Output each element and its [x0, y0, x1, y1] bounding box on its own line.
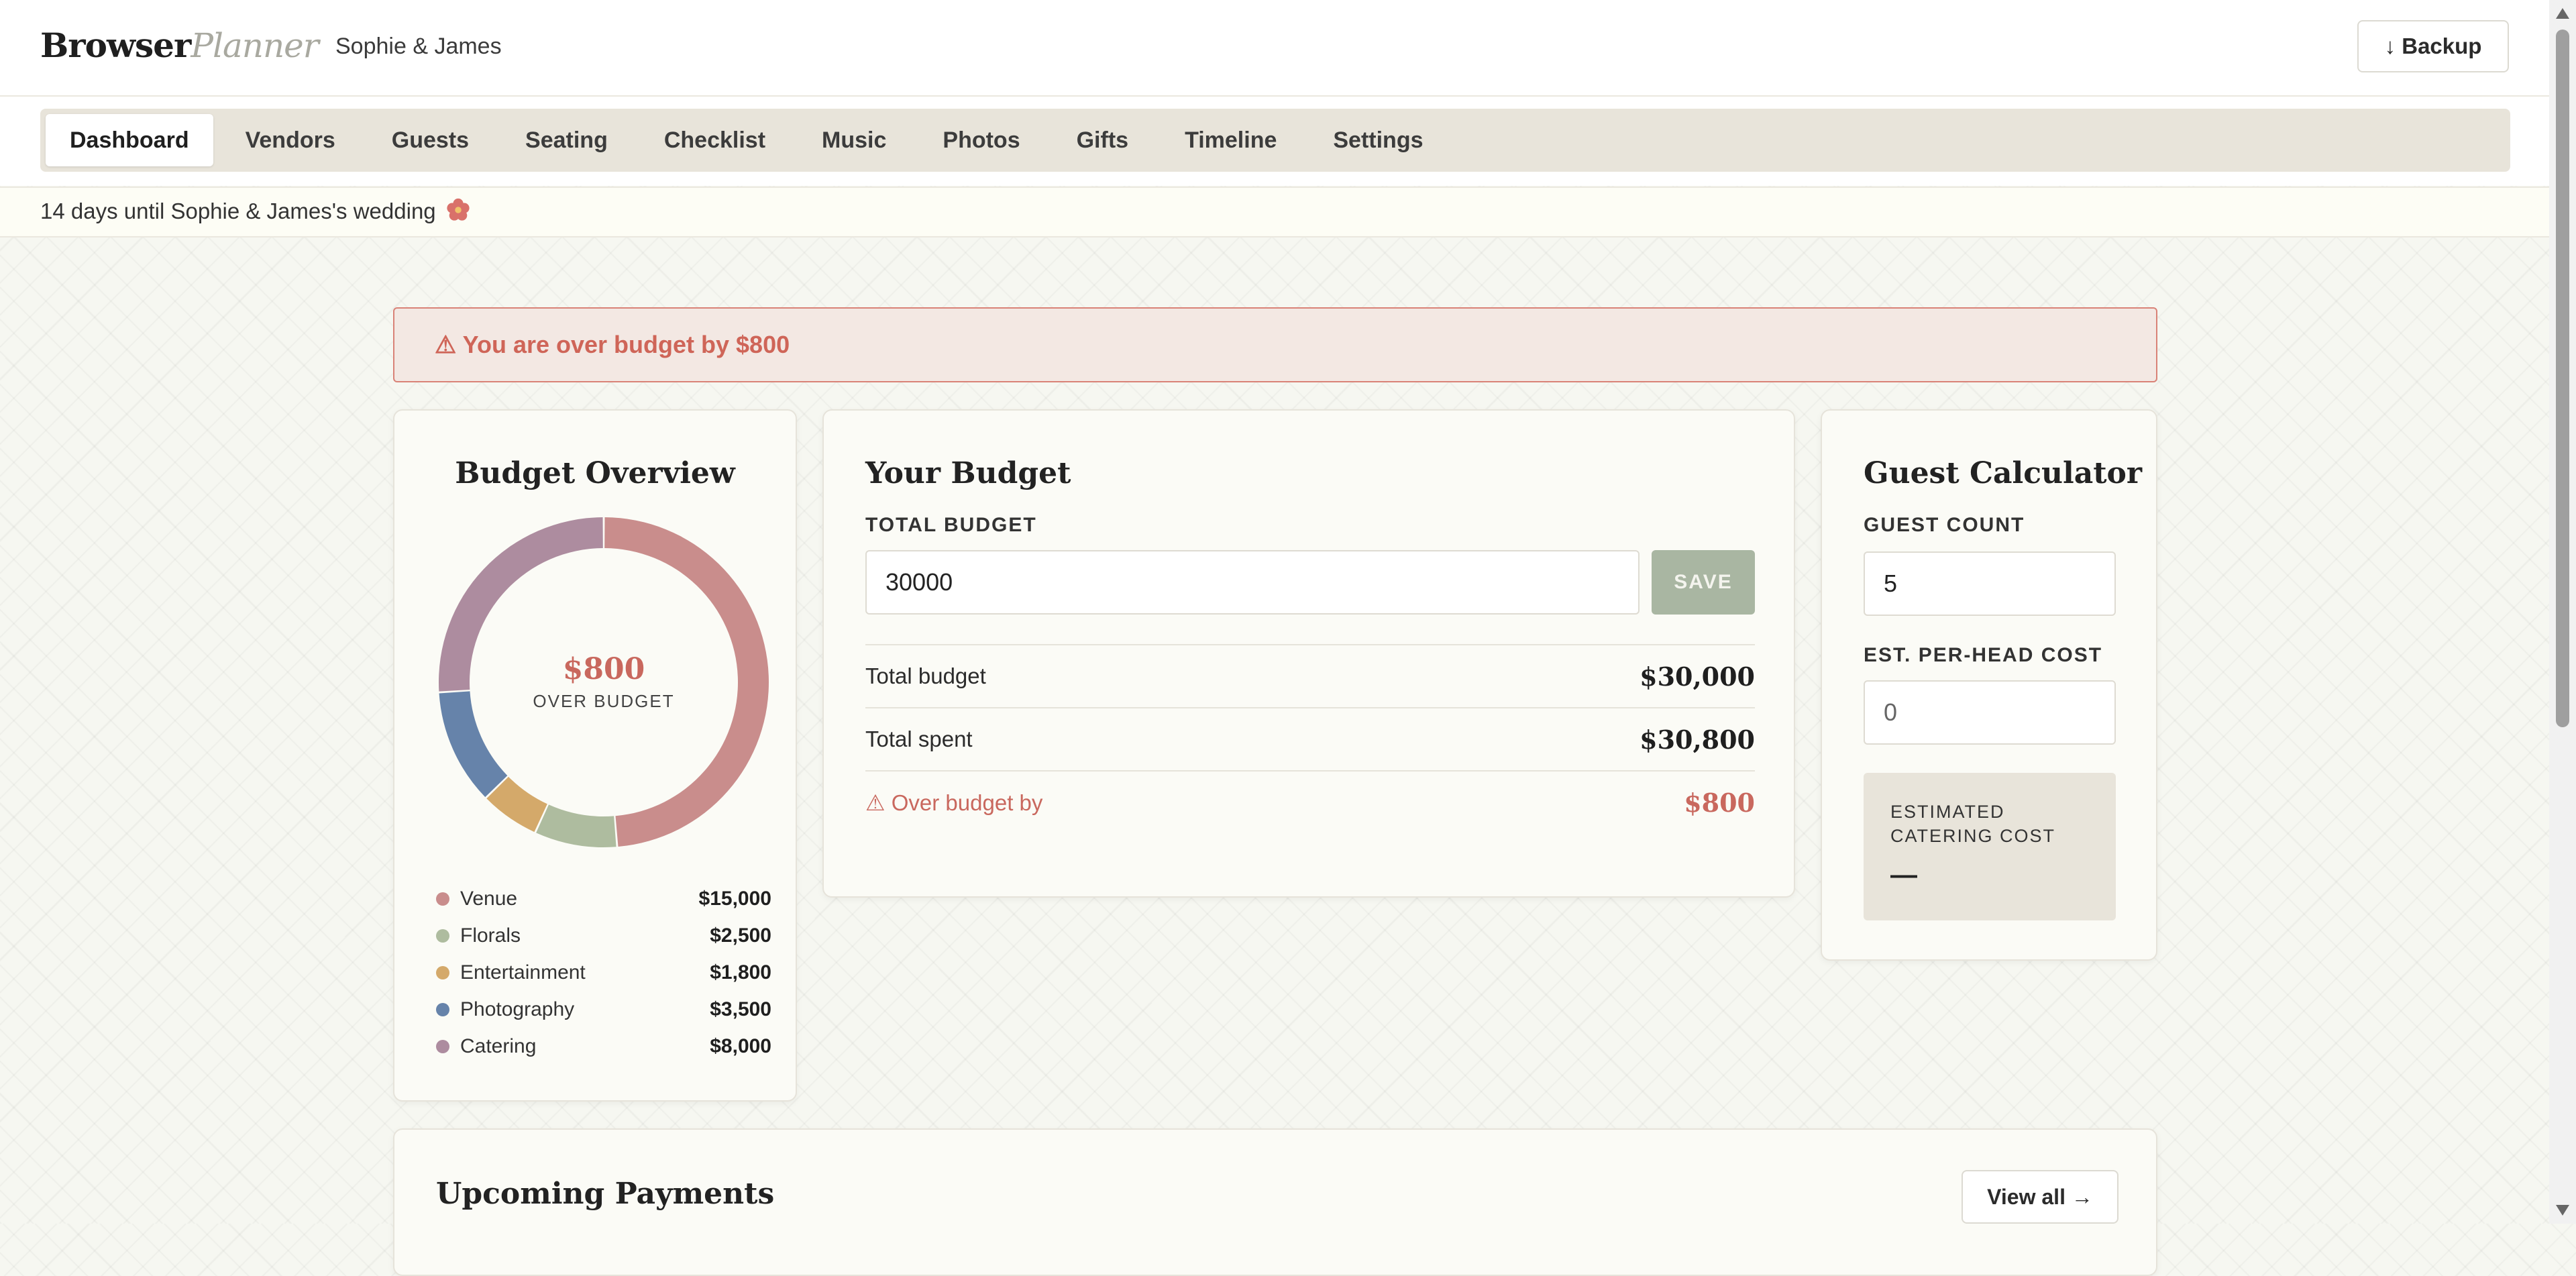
total-spent-row-label: Total spent — [865, 727, 973, 751]
legend-value: $8,000 — [710, 1034, 771, 1057]
legend-dot — [436, 892, 449, 906]
legend-item-venue: Venue $15,000 — [436, 880, 771, 917]
total-budget-row-value: $30,000 — [1640, 661, 1755, 692]
tab-timeline[interactable]: Timeline — [1161, 114, 1301, 166]
estimated-catering-label: ESTIMATED CATERING COST — [1890, 802, 2056, 846]
per-head-cost-input[interactable]: 0 — [1864, 680, 2116, 745]
upcoming-payments-title: Upcoming Payments — [436, 1177, 775, 1211]
legend-item-catering: Catering $8,000 — [436, 1028, 771, 1065]
total-spent-row-value: $30,800 — [1640, 724, 1755, 755]
legend-label: Florals — [460, 924, 521, 947]
donut-center-label: OVER BUDGET — [533, 691, 675, 711]
budget-overview-card: Budget Overview $800 OVER BUDGET Venue $1… — [393, 409, 797, 1102]
estimated-catering-value: — — [1890, 860, 1917, 890]
over-budget-row-value: $800 — [1684, 787, 1755, 818]
upcoming-payments-card: Upcoming Payments View all → — [393, 1128, 2157, 1276]
tab-guests[interactable]: Guests — [368, 114, 493, 166]
main-nav: Dashboard Vendors Guests Seating Checklist Mu… — [40, 109, 2510, 172]
total-budget-label: TOTAL BUDGET — [865, 514, 1037, 536]
total-budget-input[interactable]: 30000 — [865, 550, 1640, 615]
budget-legend: Venue $15,000 Florals $2,500 Entertainment $1… — [436, 880, 771, 1065]
guest-calculator-title: Guest Calculator — [1864, 456, 2143, 490]
legend-dot — [436, 1039, 449, 1053]
your-budget-card: Your Budget TOTAL BUDGET 30000 SAVE Tota… — [822, 409, 1795, 898]
view-all-button[interactable]: View all → — [1962, 1170, 2118, 1224]
tab-gifts[interactable]: Gifts — [1053, 114, 1152, 166]
legend-value: $15,000 — [698, 887, 771, 910]
legend-dot — [436, 928, 449, 943]
legend-item-photography: Photography $3,500 — [436, 991, 771, 1028]
budget-overview-title: Budget Overview — [455, 456, 735, 490]
scrollbar-thumb[interactable] — [2556, 30, 2569, 727]
your-budget-title: Your Budget — [865, 456, 1071, 490]
legend-value: $2,500 — [710, 924, 771, 947]
legend-label: Photography — [460, 998, 575, 1020]
tab-seating[interactable]: Seating — [501, 114, 632, 166]
donut-center-value: $800 — [562, 652, 645, 686]
guest-count-input[interactable]: 5 — [1864, 551, 2116, 616]
page-scrollbar[interactable] — [2549, 0, 2576, 1224]
couple-name: Sophie & James — [335, 34, 502, 59]
guest-calculator-card: Guest Calculator GUEST COUNT 5 EST. PER-… — [1821, 409, 2157, 961]
legend-item-entertainment: Entertainment $1,800 — [436, 954, 771, 991]
brand-bold: Browser — [40, 25, 191, 65]
save-button[interactable]: SAVE — [1652, 550, 1755, 615]
estimated-catering-box: ESTIMATED CATERING COST — — [1864, 773, 2116, 920]
legend-value: $1,800 — [710, 961, 771, 983]
total-budget-row: Total budget $30,000 — [865, 644, 1755, 707]
scroll-up-icon[interactable] — [2556, 8, 2569, 19]
tab-photos[interactable]: Photos — [918, 114, 1044, 166]
legend-item-florals: Florals $2,500 — [436, 917, 771, 954]
tab-settings[interactable]: Settings — [1309, 114, 1447, 166]
scroll-down-icon[interactable] — [2556, 1205, 2569, 1216]
per-head-cost-label: EST. PER-HEAD COST — [1864, 644, 2103, 666]
tab-dashboard[interactable]: Dashboard — [46, 114, 213, 166]
legend-label: Entertainment — [460, 961, 586, 983]
guest-count-label: GUEST COUNT — [1864, 514, 2025, 536]
countdown-text: 14 days until Sophie & James's wedding — [40, 199, 436, 223]
tab-vendors[interactable]: Vendors — [221, 114, 360, 166]
brand-logo[interactable]: BrowserPlanner — [40, 25, 319, 65]
legend-dot — [436, 1002, 449, 1016]
legend-value: $3,500 — [710, 998, 771, 1020]
tab-checklist[interactable]: Checklist — [640, 114, 790, 166]
backup-button[interactable]: ↓ Backup — [2357, 20, 2509, 72]
over-budget-row: ⚠ Over budget by $800 — [865, 770, 1755, 833]
donut-slice-florals — [536, 804, 616, 847]
countdown-bar: 14 days until Sophie & James's wedding — [0, 187, 2549, 237]
nav-wrapper: Dashboard Vendors Guests Seating Checklist Mu… — [0, 97, 2549, 186]
brand-light: Planner — [191, 26, 319, 65]
over-budget-row-label: ⚠ Over budget by — [865, 790, 1043, 815]
tab-music[interactable]: Music — [798, 114, 910, 166]
total-budget-row-label: Total budget — [865, 663, 986, 688]
over-budget-alert: ⚠ You are over budget by $800 — [393, 307, 2157, 382]
top-bar: BrowserPlanner Sophie & James ↓ Backup — [0, 0, 2549, 97]
flower-icon — [447, 198, 470, 221]
legend-label: Catering — [460, 1034, 537, 1057]
legend-dot — [436, 965, 449, 979]
total-spent-row: Total spent $30,800 — [865, 707, 1755, 770]
legend-label: Venue — [460, 887, 518, 910]
